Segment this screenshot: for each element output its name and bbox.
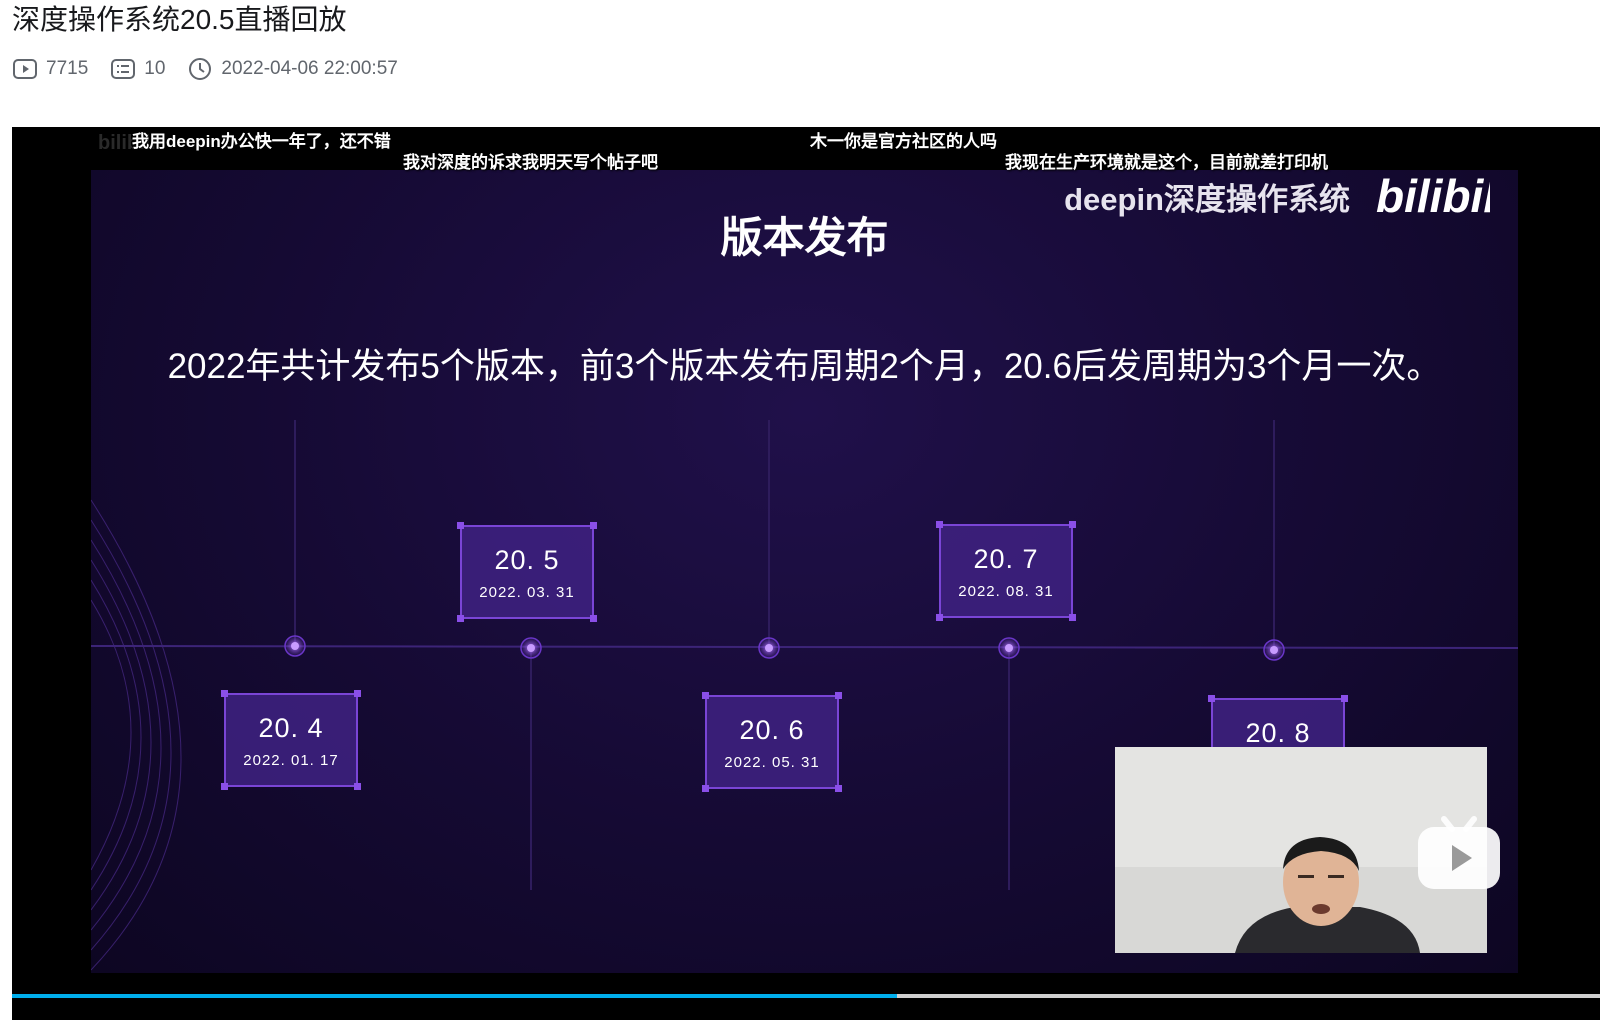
slide-title: 版本发布	[720, 214, 889, 261]
danmaku-comment: 我现在生产环境就是这个，目前就差打印机	[1005, 153, 1328, 172]
play-count-icon	[13, 59, 37, 79]
danmaku-comment: 我用deepin办公快一年了，还不错	[132, 132, 391, 151]
version-date: 2022. 03. 31	[479, 584, 575, 601]
version-number: 20. 5	[494, 545, 560, 575]
version-box-20-5: 20. 5 2022. 03. 31	[457, 522, 597, 622]
version-box-20-7: 20. 7 2022. 08. 31	[936, 521, 1076, 621]
version-number: 20. 6	[739, 715, 805, 745]
version-date: 2022. 08. 31	[958, 583, 1054, 600]
publish-time: 2022-04-06 22:00:57	[187, 56, 398, 82]
clock-icon	[189, 58, 212, 80]
version-date: 2022. 05. 31	[724, 754, 820, 771]
danmaku-count-icon	[111, 59, 136, 79]
version-number: 20. 4	[258, 713, 324, 743]
progress-bar-fill	[12, 994, 897, 998]
progress-bar[interactable]	[12, 994, 1600, 998]
version-box-20-4: 20. 4 2022. 01. 17	[221, 690, 361, 790]
view-count: 7715	[12, 56, 88, 82]
publish-time-value: 2022-04-06 22:00:57	[221, 58, 398, 79]
version-box-20-6: 20. 6 2022. 05. 31	[702, 692, 842, 792]
timeline-node	[1263, 639, 1285, 661]
slide-subtitle: 2022年共计发布5个版本，前3个版本发布周期2个月，20.6后发周期为3个月一…	[167, 347, 1442, 386]
version-number: 20. 7	[973, 544, 1039, 574]
danmaku-comment: 木一你是官方社区的人吗	[810, 132, 997, 151]
timeline-node	[998, 637, 1020, 659]
play-button-icon[interactable]	[1416, 813, 1502, 891]
view-count-value: 7715	[46, 58, 89, 79]
video-player[interactable]: bilibili 我用deepin办公快一年了，还不错 我对深度的诉求我明天写个…	[12, 127, 1600, 1020]
danmaku-count-value: 10	[144, 58, 166, 79]
danmaku-count: 10	[110, 56, 165, 82]
danmaku-comment: 我对深度的诉求我明天写个帖子吧	[403, 153, 658, 172]
video-title: 深度操作系统20.5直播回放	[12, 4, 347, 35]
version-number: 20. 8	[1245, 718, 1311, 748]
video-meta: 7715 10 2022-04-06 22:00:57	[12, 55, 420, 83]
timeline-node	[284, 635, 306, 657]
timeline-node	[520, 637, 542, 659]
timeline-node	[758, 637, 780, 659]
version-date: 2022. 01. 17	[243, 752, 339, 769]
